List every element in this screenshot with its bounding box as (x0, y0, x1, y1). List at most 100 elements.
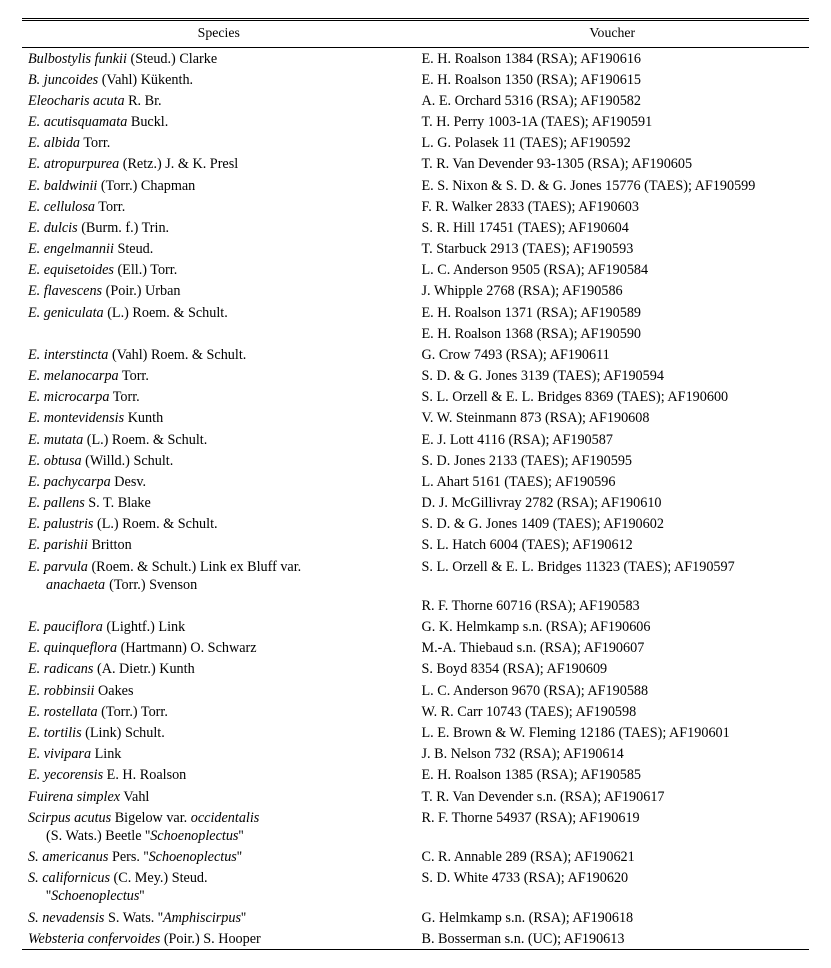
table-row: B. juncoides (Vahl) Kükenth.E. H. Roalso… (22, 69, 809, 90)
voucher-cell: E. H. Roalson 1350 (RSA); AF190615 (416, 69, 810, 90)
table-row: E. tortilis (Link) Schult.L. E. Brown & … (22, 723, 809, 744)
table-body: Bulbostylis funkii (Steud.) ClarkeE. H. … (22, 48, 809, 950)
table-row: E. H. Roalson 1368 (RSA); AF190590 (22, 323, 809, 344)
table-row: S. americanus Pers. ''Schoenoplectus''C.… (22, 847, 809, 868)
species-cell: E. mutata (L.) Roem. & Schult. (22, 429, 416, 450)
voucher-cell: A. E. Orchard 5316 (RSA); AF190582 (416, 90, 810, 111)
table-row: S. nevadensis S. Wats. ''Amphiscirpus''G… (22, 907, 809, 928)
species-cell: E. dulcis (Burm. f.) Trin. (22, 217, 416, 238)
voucher-cell: L. C. Anderson 9670 (RSA); AF190588 (416, 680, 810, 701)
table-row: E. pallens S. T. BlakeD. J. McGillivray … (22, 493, 809, 514)
table-row: E. engelmannii Steud.T. Starbuck 2913 (T… (22, 239, 809, 260)
voucher-cell: R. F. Thorne 54937 (RSA); AF190619 (416, 807, 810, 846)
voucher-cell: G. Crow 7493 (RSA); AF190611 (416, 344, 810, 365)
species-cell: E. acutisquamata Buckl. (22, 112, 416, 133)
table-row: E. yecorensis E. H. RoalsonE. H. Roalson… (22, 765, 809, 786)
table-row: E. cellulosa Torr.F. R. Walker 2833 (TAE… (22, 196, 809, 217)
species-cell: E. quinqueflora (Hartmann) O. Schwarz (22, 638, 416, 659)
species-cell: E. equisetoides (Ell.) Torr. (22, 260, 416, 281)
voucher-cell: G. Helmkamp s.n. (RSA); AF190618 (416, 907, 810, 928)
voucher-cell: V. W. Steinmann 873 (RSA); AF190608 (416, 408, 810, 429)
voucher-cell: S. L. Orzell & E. L. Bridges 8369 (TAES)… (416, 387, 810, 408)
table-row: Scirpus acutus Bigelow var. occidentalis… (22, 807, 809, 846)
species-cell (22, 323, 416, 344)
species-cell: Websteria confervoides (Poir.) S. Hooper (22, 928, 416, 950)
header-row: Species Voucher (22, 20, 809, 48)
table-row: E. interstincta (Vahl) Roem. & Schult.G.… (22, 344, 809, 365)
voucher-cell: C. R. Annable 289 (RSA); AF190621 (416, 847, 810, 868)
voucher-cell: S. Boyd 8354 (RSA); AF190609 (416, 659, 810, 680)
table-row: E. vivipara LinkJ. B. Nelson 732 (RSA); … (22, 744, 809, 765)
voucher-cell: G. K. Helmkamp s.n. (RSA); AF190606 (416, 617, 810, 638)
species-cell: E. engelmannii Steud. (22, 239, 416, 260)
species-voucher-table: Species Voucher Bulbostylis funkii (Steu… (22, 18, 809, 950)
voucher-cell: R. F. Thorne 60716 (RSA); AF190583 (416, 595, 810, 616)
header-voucher: Voucher (416, 20, 810, 48)
species-cell: E. melanocarpa Torr. (22, 366, 416, 387)
voucher-cell: T. Starbuck 2913 (TAES); AF190593 (416, 239, 810, 260)
voucher-cell: L. C. Anderson 9505 (RSA); AF190584 (416, 260, 810, 281)
species-cell: E. cellulosa Torr. (22, 196, 416, 217)
voucher-cell: E. H. Roalson 1371 (RSA); AF190589 (416, 302, 810, 323)
table-row: E. parishii BrittonS. L. Hatch 6004 (TAE… (22, 535, 809, 556)
voucher-cell: T. R. Van Devender 93-1305 (RSA); AF1906… (416, 154, 810, 175)
species-cell: E. radicans (A. Dietr.) Kunth (22, 659, 416, 680)
species-cell: E. flavescens (Poir.) Urban (22, 281, 416, 302)
species-cell: E. vivipara Link (22, 744, 416, 765)
table-row: E. radicans (A. Dietr.) KunthS. Boyd 835… (22, 659, 809, 680)
voucher-cell: L. G. Polasek 11 (TAES); AF190592 (416, 133, 810, 154)
table-row: E. obtusa (Willd.) Schult.S. D. Jones 21… (22, 450, 809, 471)
voucher-cell: J. B. Nelson 732 (RSA); AF190614 (416, 744, 810, 765)
voucher-cell: L. Ahart 5161 (TAES); AF190596 (416, 471, 810, 492)
table-row: E. rostellata (Torr.) Torr.W. R. Carr 10… (22, 701, 809, 722)
table-row: E. robbinsii OakesL. C. Anderson 9670 (R… (22, 680, 809, 701)
species-cell: E. albida Torr. (22, 133, 416, 154)
table-row: E. quinqueflora (Hartmann) O. SchwarzM.-… (22, 638, 809, 659)
species-cell: E. montevidensis Kunth (22, 408, 416, 429)
voucher-cell: J. Whipple 2768 (RSA); AF190586 (416, 281, 810, 302)
table-row: E. albida Torr.L. G. Polasek 11 (TAES); … (22, 133, 809, 154)
voucher-cell: T. H. Perry 1003-1A (TAES); AF190591 (416, 112, 810, 133)
header-species: Species (22, 20, 416, 48)
table-row: E. microcarpa Torr.S. L. Orzell & E. L. … (22, 387, 809, 408)
table-row: E. pachycarpa Desv.L. Ahart 5161 (TAES);… (22, 471, 809, 492)
table-row: E. equisetoides (Ell.) Torr.L. C. Anders… (22, 260, 809, 281)
table-row: S. californicus (C. Mey.) Steud.''Schoen… (22, 868, 809, 907)
table-row: E. flavescens (Poir.) UrbanJ. Whipple 27… (22, 281, 809, 302)
voucher-cell: S. D. White 4733 (RSA); AF190620 (416, 868, 810, 907)
table-row: E. geniculata (L.) Roem. & Schult.E. H. … (22, 302, 809, 323)
table-row: E. acutisquamata Buckl.T. H. Perry 1003-… (22, 112, 809, 133)
table-row: R. F. Thorne 60716 (RSA); AF190583 (22, 595, 809, 616)
voucher-cell: S. L. Hatch 6004 (TAES); AF190612 (416, 535, 810, 556)
species-cell: Bulbostylis funkii (Steud.) Clarke (22, 48, 416, 70)
species-cell: E. yecorensis E. H. Roalson (22, 765, 416, 786)
voucher-cell: B. Bosserman s.n. (UC); AF190613 (416, 928, 810, 950)
table-row: Fuirena simplex VahlT. R. Van Devender s… (22, 786, 809, 807)
voucher-cell: E. J. Lott 4116 (RSA); AF190587 (416, 429, 810, 450)
voucher-cell: W. R. Carr 10743 (TAES); AF190598 (416, 701, 810, 722)
voucher-cell: E. H. Roalson 1384 (RSA); AF190616 (416, 48, 810, 70)
species-cell: E. tortilis (Link) Schult. (22, 723, 416, 744)
table-row: E. baldwinii (Torr.) ChapmanE. S. Nixon … (22, 175, 809, 196)
species-cell: E. obtusa (Willd.) Schult. (22, 450, 416, 471)
voucher-cell: M.-A. Thiebaud s.n. (RSA); AF190607 (416, 638, 810, 659)
table-row: Eleocharis acuta R. Br.A. E. Orchard 531… (22, 90, 809, 111)
table-row: E. atropurpurea (Retz.) J. & K. PreslT. … (22, 154, 809, 175)
voucher-cell: E. S. Nixon & S. D. & G. Jones 15776 (TA… (416, 175, 810, 196)
voucher-cell: S. D. Jones 2133 (TAES); AF190595 (416, 450, 810, 471)
species-cell: E. geniculata (L.) Roem. & Schult. (22, 302, 416, 323)
species-cell: E. interstincta (Vahl) Roem. & Schult. (22, 344, 416, 365)
species-cell: S. americanus Pers. ''Schoenoplectus'' (22, 847, 416, 868)
species-cell: Fuirena simplex Vahl (22, 786, 416, 807)
species-cell: E. rostellata (Torr.) Torr. (22, 701, 416, 722)
table-row: Bulbostylis funkii (Steud.) ClarkeE. H. … (22, 48, 809, 70)
species-cell: E. baldwinii (Torr.) Chapman (22, 175, 416, 196)
species-cell: B. juncoides (Vahl) Kükenth. (22, 69, 416, 90)
species-cell: E. microcarpa Torr. (22, 387, 416, 408)
species-cell: E. parvula (Roem. & Schult.) Link ex Blu… (22, 556, 416, 595)
table-row: E. palustris (L.) Roem. & Schult.S. D. &… (22, 514, 809, 535)
table-row: E. melanocarpa Torr.S. D. & G. Jones 313… (22, 366, 809, 387)
voucher-cell: D. J. McGillivray 2782 (RSA); AF190610 (416, 493, 810, 514)
voucher-cell: S. L. Orzell & E. L. Bridges 11323 (TAES… (416, 556, 810, 595)
species-cell: E. pauciflora (Lightf.) Link (22, 617, 416, 638)
